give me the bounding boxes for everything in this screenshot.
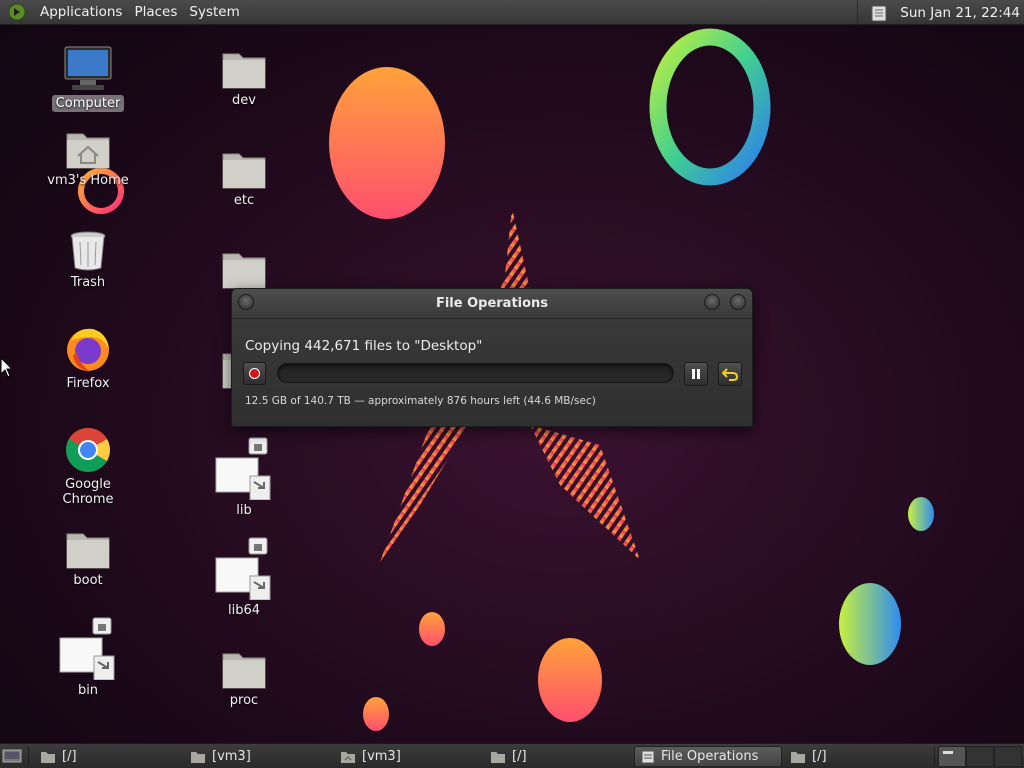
firefox-icon [67, 328, 109, 371]
workspace-2[interactable] [966, 746, 994, 767]
desktop-icon-label: dev [232, 93, 256, 108]
undo-arrow-icon [722, 368, 738, 381]
task-separator [934, 747, 935, 766]
places-menu[interactable]: Places [128, 4, 183, 20]
dialog-title: File Operations [435, 296, 549, 311]
taskbar-item[interactable]: [/] [34, 746, 182, 767]
home-folder-icon [66, 133, 110, 169]
desktop-icon-home[interactable]: vm3's Home [40, 128, 136, 189]
desktop-icon-label: proc [229, 693, 259, 708]
task-separator [28, 747, 29, 766]
operation-description: Copying 442,671 files to "Desktop" [245, 338, 483, 354]
workspace-1[interactable] [938, 746, 966, 767]
top-panel: Applications Places System Sun Jan 21, 2… [0, 0, 1024, 25]
desktop-icon-firefox[interactable]: Firefox [40, 325, 136, 392]
folder-icon [66, 533, 110, 569]
folder-icon [491, 751, 505, 763]
taskbar-item[interactable]: [/] [484, 746, 632, 767]
home-folder-icon [341, 751, 355, 763]
pause-button[interactable] [684, 362, 708, 386]
folder-icon [191, 751, 205, 763]
mouse-cursor-icon [0, 357, 14, 378]
symlink-locked-icon [215, 437, 271, 500]
system-menu[interactable]: System [183, 4, 245, 20]
mate-logo-icon[interactable] [6, 1, 28, 23]
folder-icon [222, 653, 266, 689]
taskbar-item-label: [/] [512, 749, 527, 764]
workspace-3[interactable] [994, 746, 1022, 767]
desktop-icon-bin[interactable]: bin [40, 616, 136, 699]
workspace-switcher[interactable] [938, 746, 1022, 767]
trash-icon [70, 231, 106, 271]
undo-button[interactable] [718, 362, 742, 386]
taskbar-item[interactable]: [vm3] [184, 746, 332, 767]
show-desktop-button[interactable] [2, 748, 22, 764]
desktop-icon-label: Computer [51, 95, 125, 112]
desktop-icon-lib[interactable]: lib [196, 436, 292, 519]
desktop-icon-computer[interactable]: Computer [40, 45, 136, 112]
desktop-icon-hidden-folder-1[interactable] [196, 248, 292, 290]
folder-icon [222, 153, 266, 189]
file-operations-icon [641, 750, 655, 763]
file-operations-dialog: File Operations Copying 442,671 files to… [231, 288, 753, 427]
notes-applet-icon[interactable] [870, 4, 888, 22]
folder-icon [791, 751, 805, 763]
taskbar-item-label: File Operations [661, 749, 759, 764]
desktop-icon-label: vm3's Home [47, 173, 129, 188]
desktop-icon-label: Trash [70, 275, 106, 290]
desktop-icon-label: bin [77, 683, 99, 698]
tray-separator [857, 0, 859, 25]
symlink-locked-icon [59, 617, 115, 680]
desktop-icon-chrome[interactable]: Google Chrome [40, 426, 136, 508]
clock[interactable]: Sun Jan 21, 22:44 [892, 5, 1024, 21]
desktop-icon-label: Google Chrome [62, 477, 114, 507]
cancel-operation-button[interactable] [243, 362, 266, 385]
desktop-icon-label: boot [73, 573, 103, 588]
taskbar-item-label: [vm3] [212, 749, 251, 764]
taskbar-item[interactable]: [vm3] [334, 746, 482, 767]
folder-icon [222, 53, 266, 89]
desktop-icon-boot[interactable]: boot [40, 528, 136, 589]
taskbar-item-label: [vm3] [362, 749, 401, 764]
desktop-icon-label: etc [233, 193, 255, 208]
applications-menu[interactable]: Applications [34, 4, 128, 20]
stop-icon [249, 368, 260, 379]
show-desktop-icon [2, 749, 22, 763]
symlink-locked-icon [215, 537, 271, 600]
desktop-icon-lib64[interactable]: lib64 [196, 536, 292, 619]
bottom-taskbar: [/] [vm3] [vm3] [/] File Operations [/] [0, 743, 1024, 768]
chrome-icon [66, 428, 110, 472]
minimize-button[interactable] [704, 294, 720, 310]
desktop-icon-trash[interactable]: Trash [40, 228, 136, 291]
copy-progress-bar [277, 363, 674, 383]
desktop-icon-label: lib [236, 503, 252, 518]
taskbar-item[interactable]: [/] [784, 746, 932, 767]
taskbar-item-label: [/] [812, 749, 827, 764]
desktop-icon-label: lib64 [227, 603, 261, 618]
folder-icon [222, 253, 266, 289]
transfer-status: 12.5 GB of 140.7 TB — approximately 876 … [245, 395, 596, 407]
pause-icon [692, 369, 700, 379]
desktop-icon-proc[interactable]: proc [196, 648, 292, 709]
close-button[interactable] [730, 294, 746, 310]
desktop-icon-label: Firefox [66, 376, 110, 391]
taskbar-item-label: [/] [62, 749, 77, 764]
desktop-icon-dev[interactable]: dev [196, 48, 292, 109]
computer-icon [64, 46, 112, 90]
folder-icon [41, 751, 55, 763]
taskbar-item-active[interactable]: File Operations [634, 746, 782, 767]
desktop-icon-etc[interactable]: etc [196, 148, 292, 209]
dialog-titlebar[interactable]: File Operations [232, 289, 752, 319]
